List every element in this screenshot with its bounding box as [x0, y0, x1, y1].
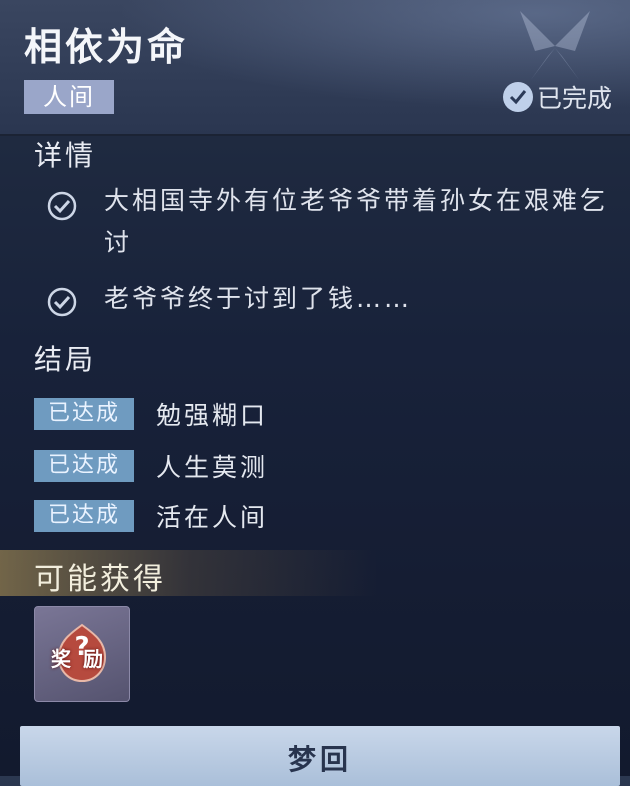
ending-row: 已达成 活在人间 [34, 498, 268, 534]
detail-text: 老爷爷终于讨到了钱…… [104, 284, 413, 313]
ending-label: 活在人间 [156, 503, 269, 532]
quest-category-tag: 人间 [24, 80, 114, 114]
ending-row: 已达成 勉强糊口 [34, 396, 268, 432]
achieved-badge: 已达成 [34, 450, 134, 482]
reward-item[interactable]: ? 奖励 [34, 606, 130, 702]
detail-item: 老爷爷终于讨到了钱…… [46, 284, 624, 320]
completed-check-icon [502, 82, 533, 112]
detail-item: 大相国寺外有位老爷爷带着孙女在艰难乞讨 [46, 186, 624, 264]
ending-label: 人生莫测 [156, 453, 269, 482]
detail-text: 大相国寺外有位老爷爷带着孙女在艰难乞讨 [104, 186, 609, 257]
status-label: 已完成 [536, 84, 612, 113]
check-icon [47, 191, 77, 221]
quest-title: 相依为命 [24, 25, 189, 69]
dream-return-label: 梦回 [287, 743, 352, 776]
achieved-badge: 已达成 [34, 500, 134, 532]
reward-label: 奖励 [51, 647, 115, 671]
check-icon [47, 287, 77, 317]
details-heading: 详情 [34, 139, 97, 172]
ending-label: 勉强糊口 [156, 401, 269, 430]
completion-status: 已完成 [502, 80, 612, 114]
ending-row: 已达成 人生莫测 [34, 448, 268, 484]
endings-heading: 结局 [34, 343, 97, 376]
achieved-badge: 已达成 [34, 398, 134, 430]
dream-return-button[interactable]: 梦回 [20, 726, 620, 786]
rewards-heading: 可能获得 [34, 562, 166, 597]
butterfly-emblem-icon [520, 11, 590, 81]
